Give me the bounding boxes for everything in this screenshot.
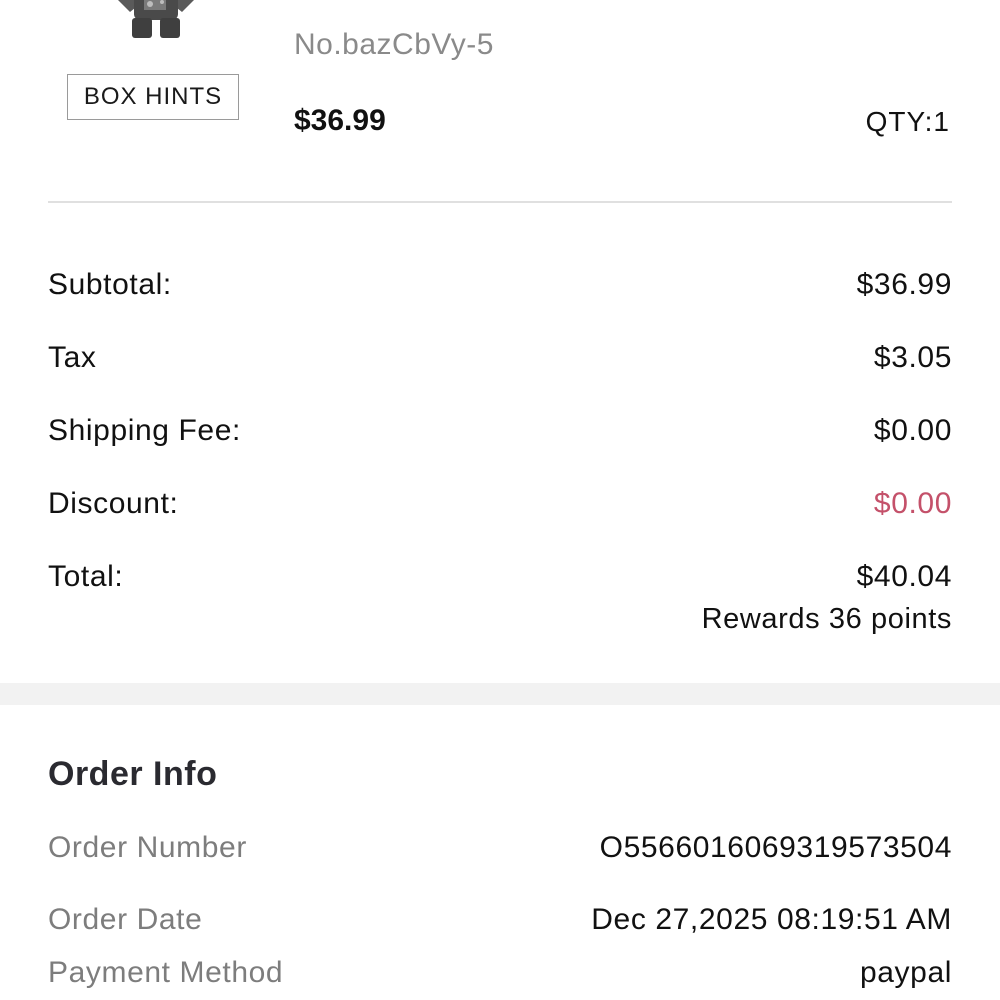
payment-method-row: Payment Method paypal (48, 956, 952, 996)
tax-label: Tax (48, 340, 97, 374)
section-separator (0, 683, 1000, 705)
box-hints-button[interactable]: BOX HINTS (67, 74, 239, 120)
price-summary: Subtotal: $36.99 Tax $3.05 Shipping Fee:… (48, 248, 952, 636)
shipping-fee-value: $0.00 (873, 413, 952, 447)
shipping-fee-row: Shipping Fee: $0.00 (48, 394, 952, 467)
divider (48, 201, 952, 203)
discount-value: $0.00 (873, 486, 952, 520)
subtotal-label: Subtotal: (48, 267, 172, 301)
product-figure-image (110, 0, 202, 42)
rewards-points: Rewards 36 points (701, 603, 952, 635)
order-number-row: Order Number O556601606931957350​4 (48, 812, 952, 884)
shipping-fee-label: Shipping Fee: (48, 413, 241, 447)
product-price: $36.99 (294, 104, 386, 137)
subtotal-row: Subtotal: $36.99 (48, 248, 952, 321)
order-number-value[interactable]: O556601606931957350​4 (600, 831, 952, 865)
order-detail-page: BOX HINTS No.bazCbVy-5 $36.99 QTY:1 Subt… (0, 0, 1000, 1000)
product-card: BOX HINTS No.bazCbVy-5 $36.99 QTY:1 (0, 0, 1000, 200)
subtotal-value: $36.99 (856, 267, 952, 301)
product-quantity: QTY:1 (865, 106, 950, 137)
total-value: $40.04 (856, 559, 952, 593)
discount-row: Discount: $0.00 (48, 467, 952, 540)
payment-method-label: Payment Method (48, 956, 284, 989)
order-info-title: Order Info (48, 755, 218, 793)
total-label: Total: (48, 559, 124, 593)
order-info-section: Order Info Order Number O556601606931957… (48, 752, 952, 996)
discount-label: Discount: (48, 486, 179, 520)
tax-row: Tax $3.05 (48, 321, 952, 394)
tax-value: $3.05 (873, 340, 952, 374)
payment-method-value: paypal (859, 956, 952, 989)
order-number-label: Order Number (48, 831, 247, 864)
order-date-value: Dec 27,2025 08:19:51 AM (591, 903, 952, 936)
order-date-row: Order Date Dec 27,2025 08:19:51 AM (48, 884, 952, 956)
order-date-label: Order Date (48, 903, 203, 936)
product-sku: No.bazCbVy-5 (294, 28, 494, 61)
